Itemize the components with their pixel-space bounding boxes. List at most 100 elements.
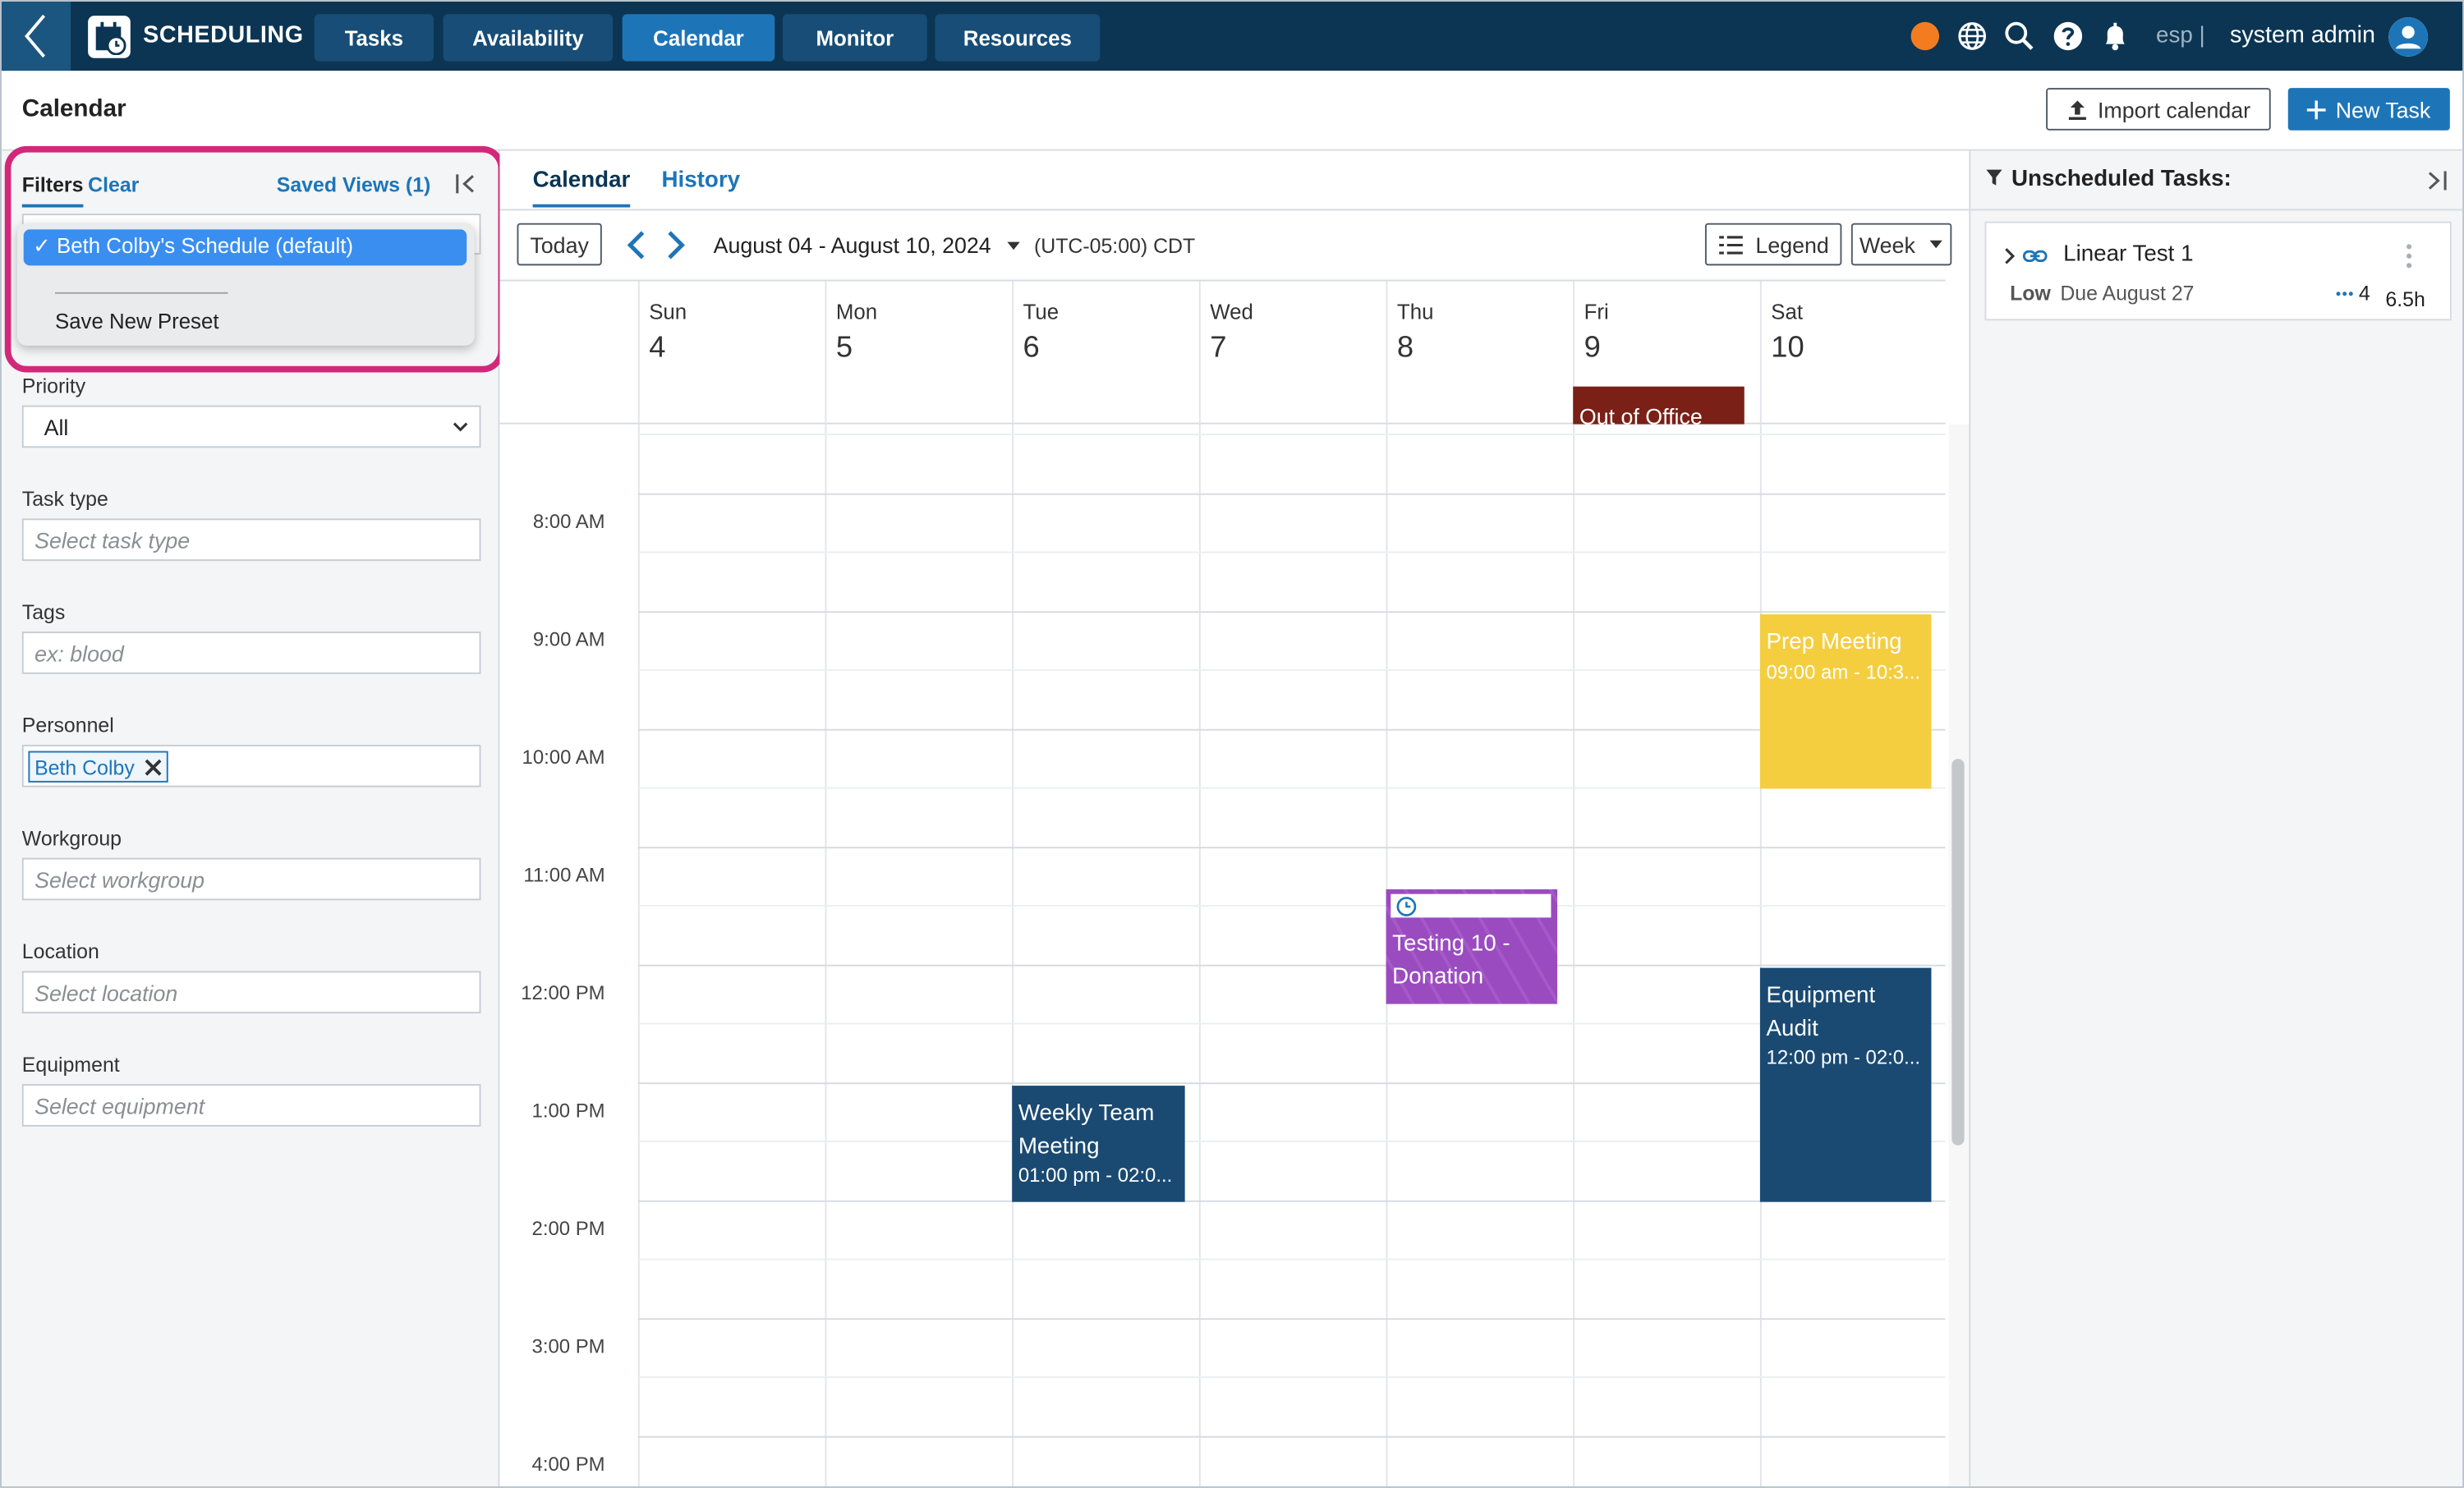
day-number: 9 [1584, 331, 1601, 365]
previous-week-button[interactable] [625, 229, 647, 260]
remove-tag-icon[interactable] [144, 759, 161, 776]
day-name: Thu [1396, 300, 1434, 324]
grid-column-line [1198, 424, 1201, 1486]
grid-half-hour-line [637, 905, 1946, 907]
user-avatar-icon[interactable] [2388, 17, 2429, 57]
language-switcher[interactable]: esp | [2156, 24, 2205, 49]
location-label: Location [21, 939, 99, 963]
day-header-wed[interactable]: Wed 7 [1198, 281, 1386, 426]
task-type-label: Task type [21, 487, 108, 511]
filters-tab[interactable]: Filters [21, 172, 84, 208]
search-icon[interactable] [2003, 21, 2034, 52]
saved-views-dropdown: ✓ Beth Colby's Schedule (default) Save N… [17, 223, 475, 346]
event-title: Weekly Team Meeting [1018, 1101, 1155, 1160]
day-header-sat[interactable]: Sat 10 [1759, 281, 1947, 426]
chevron-left-icon [25, 14, 46, 58]
day-number: 6 [1023, 331, 1040, 365]
tab-calendar[interactable]: Calendar [532, 168, 631, 208]
plus-icon [2307, 99, 2327, 119]
unscheduled-task-card[interactable]: Linear Test 1 Low Due August 27 4 6.5h [1984, 221, 2452, 321]
top-bar: SCHEDULING Tasks Availability Calendar M… [1, 1, 2463, 71]
upload-icon [2068, 99, 2086, 120]
workgroup-input[interactable]: Select workgroup [21, 857, 481, 901]
collapse-left-icon[interactable] [454, 172, 480, 197]
location-input[interactable]: Select location [21, 971, 481, 1014]
personnel-input[interactable]: Beth Colby [21, 744, 481, 788]
tags-input[interactable]: ex: blood [21, 631, 481, 674]
task-type-input[interactable]: Select task type [21, 518, 481, 562]
page-title: Calendar [21, 95, 126, 123]
grid-column-line [1573, 424, 1575, 1486]
filter-icon[interactable] [1984, 168, 2003, 187]
today-button[interactable]: Today [517, 223, 602, 266]
status-dot-icon[interactable] [1910, 21, 1941, 52]
time-label: 10:00 AM [522, 746, 605, 769]
grid-hour-line [637, 493, 1946, 495]
tab-history[interactable]: History [661, 168, 740, 204]
day-name: Tue [1023, 300, 1060, 324]
day-number: 8 [1396, 331, 1414, 365]
view-label: Week [1859, 232, 1915, 257]
day-name: Wed [1210, 300, 1253, 324]
clear-filters-link[interactable]: Clear [88, 172, 139, 196]
personnel-tag-label: Beth Colby [34, 755, 135, 779]
caret-down-icon[interactable] [1006, 241, 1022, 251]
time-label: 11:00 AM [523, 864, 605, 887]
day-name: Fri [1584, 300, 1609, 324]
personnel-label: Personnel [21, 713, 114, 737]
day-header-mon[interactable]: Mon 5 [825, 281, 1012, 426]
event-prep-meeting[interactable]: Prep Meeting 09:00 am - 10:3... [1759, 614, 1932, 789]
bell-icon[interactable] [2099, 21, 2131, 52]
help-icon[interactable] [2053, 21, 2084, 52]
equipment-input[interactable]: Select equipment [21, 1084, 481, 1127]
day-header-sun[interactable]: Sun 4 [637, 281, 825, 426]
priority-label: Priority [21, 374, 86, 398]
view-select[interactable]: Week [1850, 223, 1952, 266]
out-of-office-event[interactable]: Out of Office [1573, 386, 1745, 425]
nav-availability[interactable]: Availability [443, 14, 614, 62]
day-number: 5 [835, 331, 853, 365]
chevron-right-icon [668, 231, 685, 259]
task-count: 4 [2358, 281, 2370, 305]
unscheduled-title: Unscheduled Tasks: [2011, 166, 2232, 192]
user-name[interactable]: system admin [2230, 22, 2375, 49]
caret-down-icon [1929, 240, 1942, 249]
grid-half-hour-line [637, 1258, 1946, 1261]
collapse-right-icon[interactable] [2423, 168, 2448, 194]
new-task-button[interactable]: New Task [2287, 88, 2450, 131]
saved-view-option[interactable]: ✓ Beth Colby's Schedule (default) [23, 229, 467, 266]
save-new-preset-option[interactable]: Save New Preset [55, 310, 219, 333]
more-options-icon[interactable] [2406, 244, 2412, 269]
day-header-thu[interactable]: Thu 8 [1386, 281, 1574, 426]
date-range[interactable]: August 04 - August 10, 2024 [714, 232, 991, 258]
dropdown-divider [54, 292, 228, 294]
scrollbar-thumb[interactable] [1951, 759, 1965, 1146]
priority-value: All [44, 415, 69, 440]
back-button[interactable] [1, 1, 71, 71]
legend-button[interactable]: Legend [1704, 223, 1842, 266]
event-time: 01:00 pm - 02:0... [1018, 1164, 1173, 1187]
priority-select[interactable]: All [21, 405, 481, 448]
task-duration: 6.5h [2385, 287, 2425, 311]
import-calendar-label: Import calendar [2097, 96, 2251, 122]
day-header-tue[interactable]: Tue 6 [1012, 281, 1199, 426]
next-week-button[interactable] [664, 229, 687, 260]
calendar-clock-icon [88, 16, 131, 58]
event-equipment-audit[interactable]: Equipment Audit 12:00 pm - 02:0... [1759, 967, 1932, 1202]
import-calendar-button[interactable]: Import calendar [2046, 88, 2271, 131]
saved-views-link[interactable]: Saved Views (1) [277, 172, 431, 196]
event-weekly-team-meeting[interactable]: Weekly Team Meeting 01:00 pm - 02:0... [1012, 1086, 1185, 1202]
time-label: 3:00 PM [531, 1335, 605, 1358]
nav-tasks[interactable]: Tasks [314, 14, 434, 62]
nav-monitor[interactable]: Monitor [782, 14, 927, 62]
time-label: 9:00 AM [532, 628, 605, 651]
nav-calendar[interactable]: Calendar [622, 14, 775, 62]
grid-hour-line [637, 728, 1946, 731]
globe-icon[interactable] [1956, 21, 1988, 52]
event-testing-donation[interactable]: Testing 10 - Donation [1386, 889, 1558, 1004]
event-time: 12:00 pm - 02:0... [1766, 1046, 1921, 1069]
nav-resources[interactable]: Resources [935, 14, 1101, 62]
chevron-right-icon[interactable] [2002, 246, 2018, 265]
unscheduled-panel: Unscheduled Tasks: Linear Test 1 Low Due… [1969, 150, 2463, 1486]
grid-hour-line [637, 1318, 1946, 1320]
